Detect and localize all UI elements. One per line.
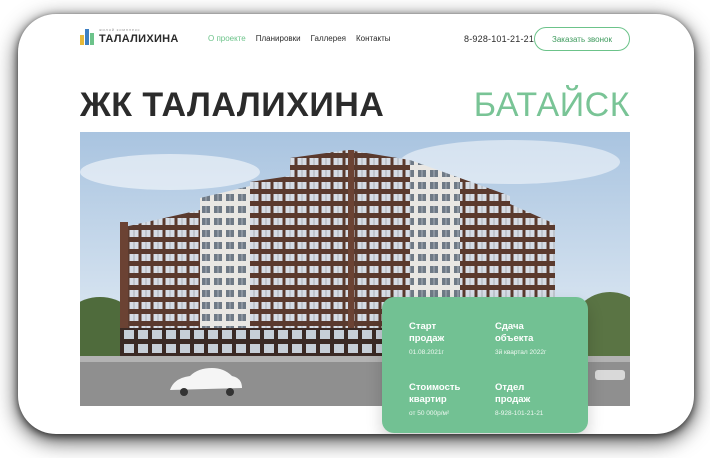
- nav-item-about[interactable]: О проекте: [208, 34, 246, 43]
- info-value: от 50 000р/м²: [409, 409, 450, 417]
- info-value: 3й квартал 2022г: [495, 348, 547, 356]
- logo-subtitle: жилой комплекс: [99, 27, 141, 32]
- main-nav: О проекте Планировки Галлерея Контакты: [208, 34, 391, 43]
- info-card: Старт продаж 01.08.2021г Сдача объекта 3…: [382, 297, 588, 433]
- info-completion: Сдача объекта 3й квартал 2022г: [495, 321, 591, 372]
- site-card: жилой комплекс ТАЛАЛИХИНА О проекте План…: [18, 14, 694, 434]
- info-label: Старт продаж: [409, 321, 445, 344]
- info-sales-office[interactable]: Отдел продаж 8-928-101-21-21: [495, 382, 591, 433]
- nav-item-layouts[interactable]: Планировки: [256, 34, 301, 43]
- nav-item-gallery[interactable]: Галлерея: [311, 34, 346, 43]
- logo-name: ТАЛАЛИХИНА: [99, 33, 179, 45]
- info-label: Отдел продаж: [495, 382, 531, 405]
- info-sales-start: Старт продаж 01.08.2021г: [409, 321, 495, 372]
- info-value[interactable]: 8-928-101-21-21: [495, 410, 591, 417]
- nav-item-contacts[interactable]: Контакты: [356, 34, 391, 43]
- logo-icon: [80, 28, 94, 45]
- info-value: 01.08.2021г: [409, 348, 444, 356]
- info-label: Стоимость квартир: [409, 382, 461, 405]
- callback-button[interactable]: Заказать звонок: [534, 27, 630, 51]
- hero-title: ЖК ТАЛАЛИХИНА: [80, 86, 385, 124]
- info-label: Сдача объекта: [495, 321, 534, 344]
- info-price: Стоимость квартир от 50 000р/м²: [409, 382, 495, 433]
- logo[interactable]: жилой комплекс ТАЛАЛИХИНА: [80, 28, 179, 45]
- header-phone[interactable]: 8-928-101-21-21: [464, 34, 534, 44]
- hero-city: БАТАЙСК: [473, 86, 630, 124]
